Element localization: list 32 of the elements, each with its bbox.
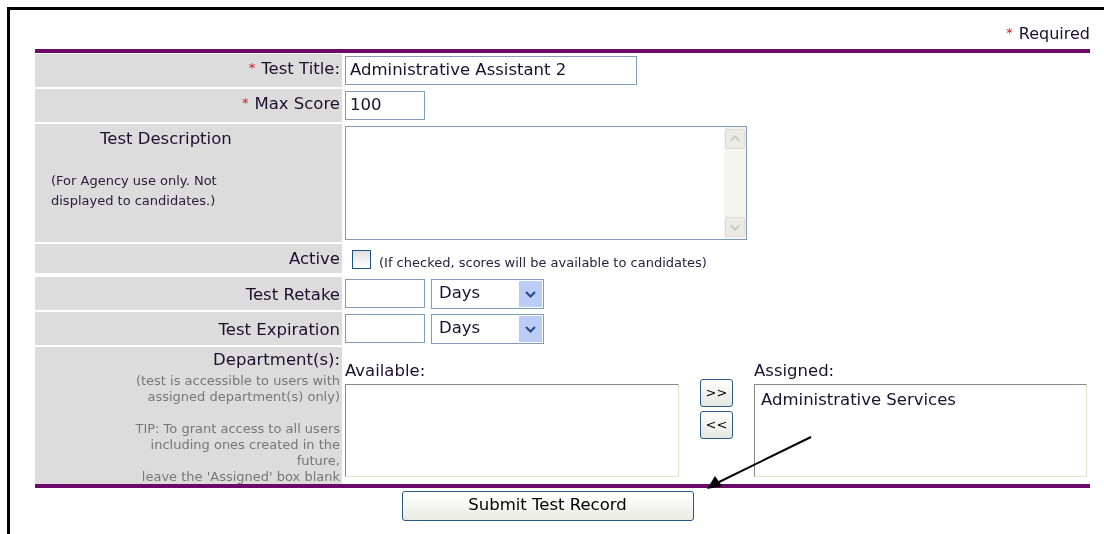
unit-dropdown[interactable]: Days bbox=[431, 313, 544, 344]
unit-dropdown[interactable]: Days bbox=[431, 278, 544, 309]
required-asterisk: * bbox=[248, 60, 256, 75]
field-note: (test is accessible to users with assigned department(s) only) bbox=[134, 372, 340, 405]
tip-text: TIP: To grant access to all users including ones created in the future, leave the 'Assigned' box blank bbox=[134, 420, 340, 485]
submit-button[interactable]: Submit Test Record bbox=[401, 490, 694, 521]
checkbox-hint: (If checked, scores will be available to candidates) bbox=[379, 255, 707, 270]
caret-icon bbox=[519, 280, 542, 307]
field-label: Department(s): bbox=[212, 348, 340, 371]
checkbox[interactable] bbox=[352, 250, 371, 269]
number-field[interactable] bbox=[345, 313, 425, 343]
field-label: Test Expiration bbox=[218, 319, 340, 339]
assigned-list[interactable]: Administrative Services bbox=[754, 383, 1087, 477]
required-asterisk: * bbox=[241, 95, 249, 110]
field-label: Active bbox=[288, 249, 340, 268]
text-field[interactable]: 100 bbox=[345, 91, 425, 120]
caret-icon bbox=[519, 315, 542, 342]
add-button[interactable]: >> bbox=[700, 378, 733, 407]
remove-button[interactable]: << bbox=[700, 410, 733, 439]
field-label: Test Title: bbox=[261, 59, 340, 78]
field-note: (For Agency use only. Not displayed to candidates.) bbox=[51, 171, 218, 210]
field-label: Max Score bbox=[254, 94, 340, 113]
field-label: Test Retake bbox=[245, 284, 340, 304]
list-label: Available: bbox=[345, 359, 427, 382]
list-option[interactable]: Administrative Services bbox=[761, 387, 1080, 413]
number-field[interactable] bbox=[345, 278, 425, 308]
list-label: Assigned: bbox=[754, 359, 836, 382]
description-field[interactable] bbox=[345, 126, 747, 240]
text-field[interactable]: Administrative Assistant 2 bbox=[345, 56, 637, 85]
required-note: Required bbox=[1018, 24, 1090, 43]
field-label: Test Description bbox=[99, 128, 233, 150]
required-asterisk: * bbox=[1006, 25, 1013, 40]
